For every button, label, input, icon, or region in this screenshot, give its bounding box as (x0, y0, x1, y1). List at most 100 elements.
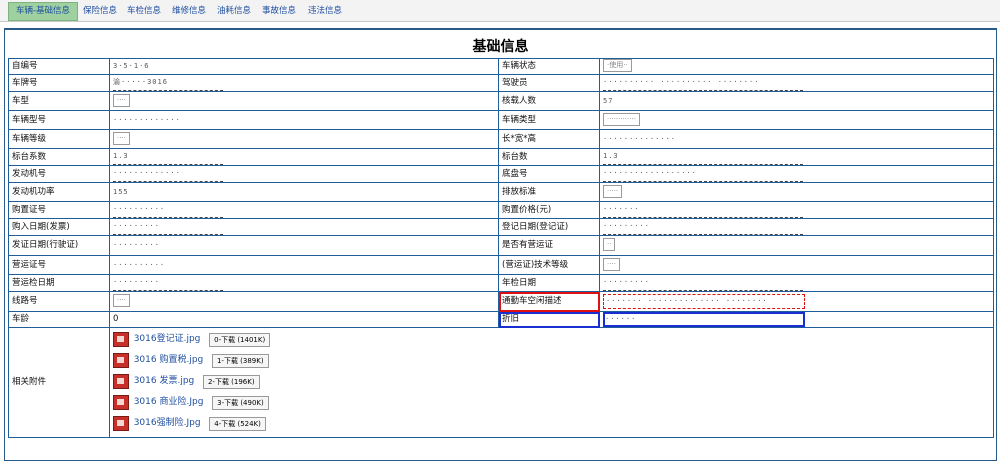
field-label: 购置证号 (8, 201, 110, 219)
field-label: 长*宽*高 (498, 129, 600, 149)
field-label: 车辆等级 (8, 129, 110, 149)
field-label: 营运证号 (8, 255, 110, 275)
table-row: 自编号 3·5·1·6 车辆状态 ·使用·· (8, 58, 994, 75)
panel-title: 基础信息 (472, 39, 529, 55)
tab-vehicle-basic[interactable]: 车辆-基础信息 (8, 2, 78, 21)
file-icon (113, 353, 129, 368)
field-value[interactable]: ······· (603, 203, 803, 218)
field-label: 自编号 (8, 58, 110, 75)
field-value[interactable]: 1.3 (113, 150, 223, 165)
info-table: 自编号 3·5·1·6 车辆状态 ·使用·· 车牌号 渝·····3016 驾驶… (8, 58, 994, 438)
attachment-item: 3016登记证.jpg 0-下载 (1401K) (113, 329, 993, 350)
depreciation-label: 折旧 (498, 311, 600, 328)
file-icon (113, 332, 129, 347)
table-row: 购置证号 ·········· 购置价格(元) ······· (8, 201, 994, 219)
commute-idle-label: 通勤车空闲描述 (498, 291, 600, 312)
field-label: 标台系数 (8, 148, 110, 166)
field-label: 车辆状态 (498, 58, 600, 75)
tech-grade-select[interactable]: ···· (603, 257, 620, 271)
field-label: 车型 (8, 91, 110, 111)
vehicle-grade-select[interactable]: ···· (113, 131, 130, 145)
field-label: 是否有营运证 (498, 235, 600, 256)
field-label: 车辆型号 (8, 110, 110, 130)
field-label: 车辆类型 (498, 110, 600, 130)
field-value: ············· (113, 115, 181, 124)
file-icon (113, 374, 129, 389)
field-label: 底盘号 (498, 165, 600, 183)
table-row: 相关附件 3016登记证.jpg 0-下载 (1401K) 3016 购置税.j… (8, 327, 994, 438)
field-label: 发动机号 (8, 165, 110, 183)
field-value: 3·5·1·6 (113, 62, 150, 70)
attachment-item: 3016 购置税.jpg 1-下载 (389K) (113, 350, 993, 371)
field-value: ········· (113, 241, 160, 249)
field-value: 57 (603, 96, 614, 105)
table-row: 购入日期(发票) ········· 登记日期(登记证) ········· (8, 218, 994, 236)
field-value[interactable]: ·················· (603, 167, 803, 182)
field-label: 排放标准 (498, 182, 600, 202)
attachment-name[interactable]: 3016强制险.Jpg (134, 418, 201, 428)
table-row: 车龄 0 折旧 ······ (8, 311, 994, 328)
route-select[interactable]: ···· (113, 294, 130, 307)
field-value: 155 (113, 187, 129, 196)
field-value: 0 (113, 314, 119, 324)
date-input[interactable]: ········· (113, 220, 223, 235)
tab-maintenance[interactable]: 维修信息 (168, 3, 210, 20)
table-row: 发动机功率 155 排放标准 ····· (8, 182, 994, 202)
attachment-name[interactable]: 3016 购置税.jpg (134, 355, 204, 365)
table-row: 发证日期(行驶证) ········· 是否有营运证 ·· (8, 235, 994, 256)
date-input[interactable]: ········· (603, 220, 803, 235)
vehicle-category-select[interactable]: ············· (603, 112, 640, 126)
field-label: (营运证)技术等级 (498, 255, 600, 275)
field-value[interactable]: ············· (113, 167, 223, 182)
table-row: 营运证号 ·········· (营运证)技术等级 ···· (8, 255, 994, 275)
tab-accident[interactable]: 事故信息 (258, 3, 300, 20)
attachment-item: 3016 发票.jpg 2-下载 (196K) (113, 371, 993, 392)
field-label: 营运检日期 (8, 274, 110, 292)
plate-input[interactable]: 渝·····3016 (113, 76, 223, 91)
download-button[interactable]: 2-下载 (196K) (202, 374, 260, 389)
field-label: 年检日期 (498, 274, 600, 292)
download-button[interactable]: 1-下载 (389K) (211, 353, 269, 368)
emission-select[interactable]: ····· (603, 184, 623, 198)
tab-inspection[interactable]: 车检信息 (124, 3, 164, 20)
license-select[interactable]: ·· (603, 238, 616, 251)
date-input[interactable]: ········· (113, 276, 223, 291)
field-label: 线路号 (8, 291, 110, 312)
table-row: 车型 ···· 核载人数 57 (8, 91, 994, 111)
table-row: 车牌号 渝·····3016 驾驶员 ·········· ··········… (8, 74, 994, 92)
field-label: 购入日期(发票) (8, 218, 110, 236)
table-row: 线路号 ···· 通勤车空闲描述 ······· ·············· … (8, 291, 994, 312)
download-button[interactable]: 0-下载 (1401K) (209, 332, 271, 347)
tab-fuel[interactable]: 油耗信息 (214, 3, 254, 20)
status-select[interactable]: ·使用·· (603, 59, 632, 72)
attachment-name[interactable]: 3016登记证.jpg (134, 334, 201, 344)
download-button[interactable]: 3-下载 (490K) (212, 395, 269, 410)
table-row: 标台系数 1.3 标台数 1.3 (8, 148, 994, 166)
date-input[interactable]: ········· (603, 276, 803, 291)
vehicle-type-select[interactable]: ···· (113, 93, 130, 107)
attachment-name[interactable]: 3016 商业险.Jpg (134, 397, 204, 407)
field-label: 车龄 (8, 311, 110, 328)
attachments-label: 相关附件 (8, 327, 110, 438)
field-value: ·········· (113, 260, 166, 269)
file-icon (113, 416, 129, 431)
table-row: 营运检日期 ········· 年检日期 ········· (8, 274, 994, 292)
tab-insurance[interactable]: 保险信息 (80, 3, 120, 20)
tab-violation[interactable]: 违法信息 (304, 3, 346, 20)
driver-input[interactable]: ·········· ·········· ········ (603, 76, 803, 91)
attachment-name[interactable]: 3016 发票.jpg (134, 376, 195, 386)
attachment-item: 3016 商业险.Jpg 3-下载 (490K) (113, 392, 993, 413)
field-label: 核载人数 (498, 91, 600, 111)
field-label: 发证日期(行驶证) (8, 235, 110, 256)
field-label: 登记日期(登记证) (498, 218, 600, 236)
field-label: 发动机功率 (8, 182, 110, 202)
table-row: 发动机号 ············· 底盘号 ·················… (8, 165, 994, 183)
download-button[interactable]: 4-下载 (524K) (209, 416, 266, 431)
depreciation-input[interactable]: ······ (603, 312, 805, 327)
attachment-item: 3016强制险.Jpg 4-下载 (524K) (113, 413, 993, 434)
field-value[interactable]: ·········· (113, 203, 223, 218)
field-label: 车牌号 (8, 74, 110, 92)
commute-idle-input[interactable]: ······· ·············· ········ (603, 294, 805, 309)
field-value[interactable]: 1.3 (603, 150, 803, 165)
field-label: 标台数 (498, 148, 600, 166)
